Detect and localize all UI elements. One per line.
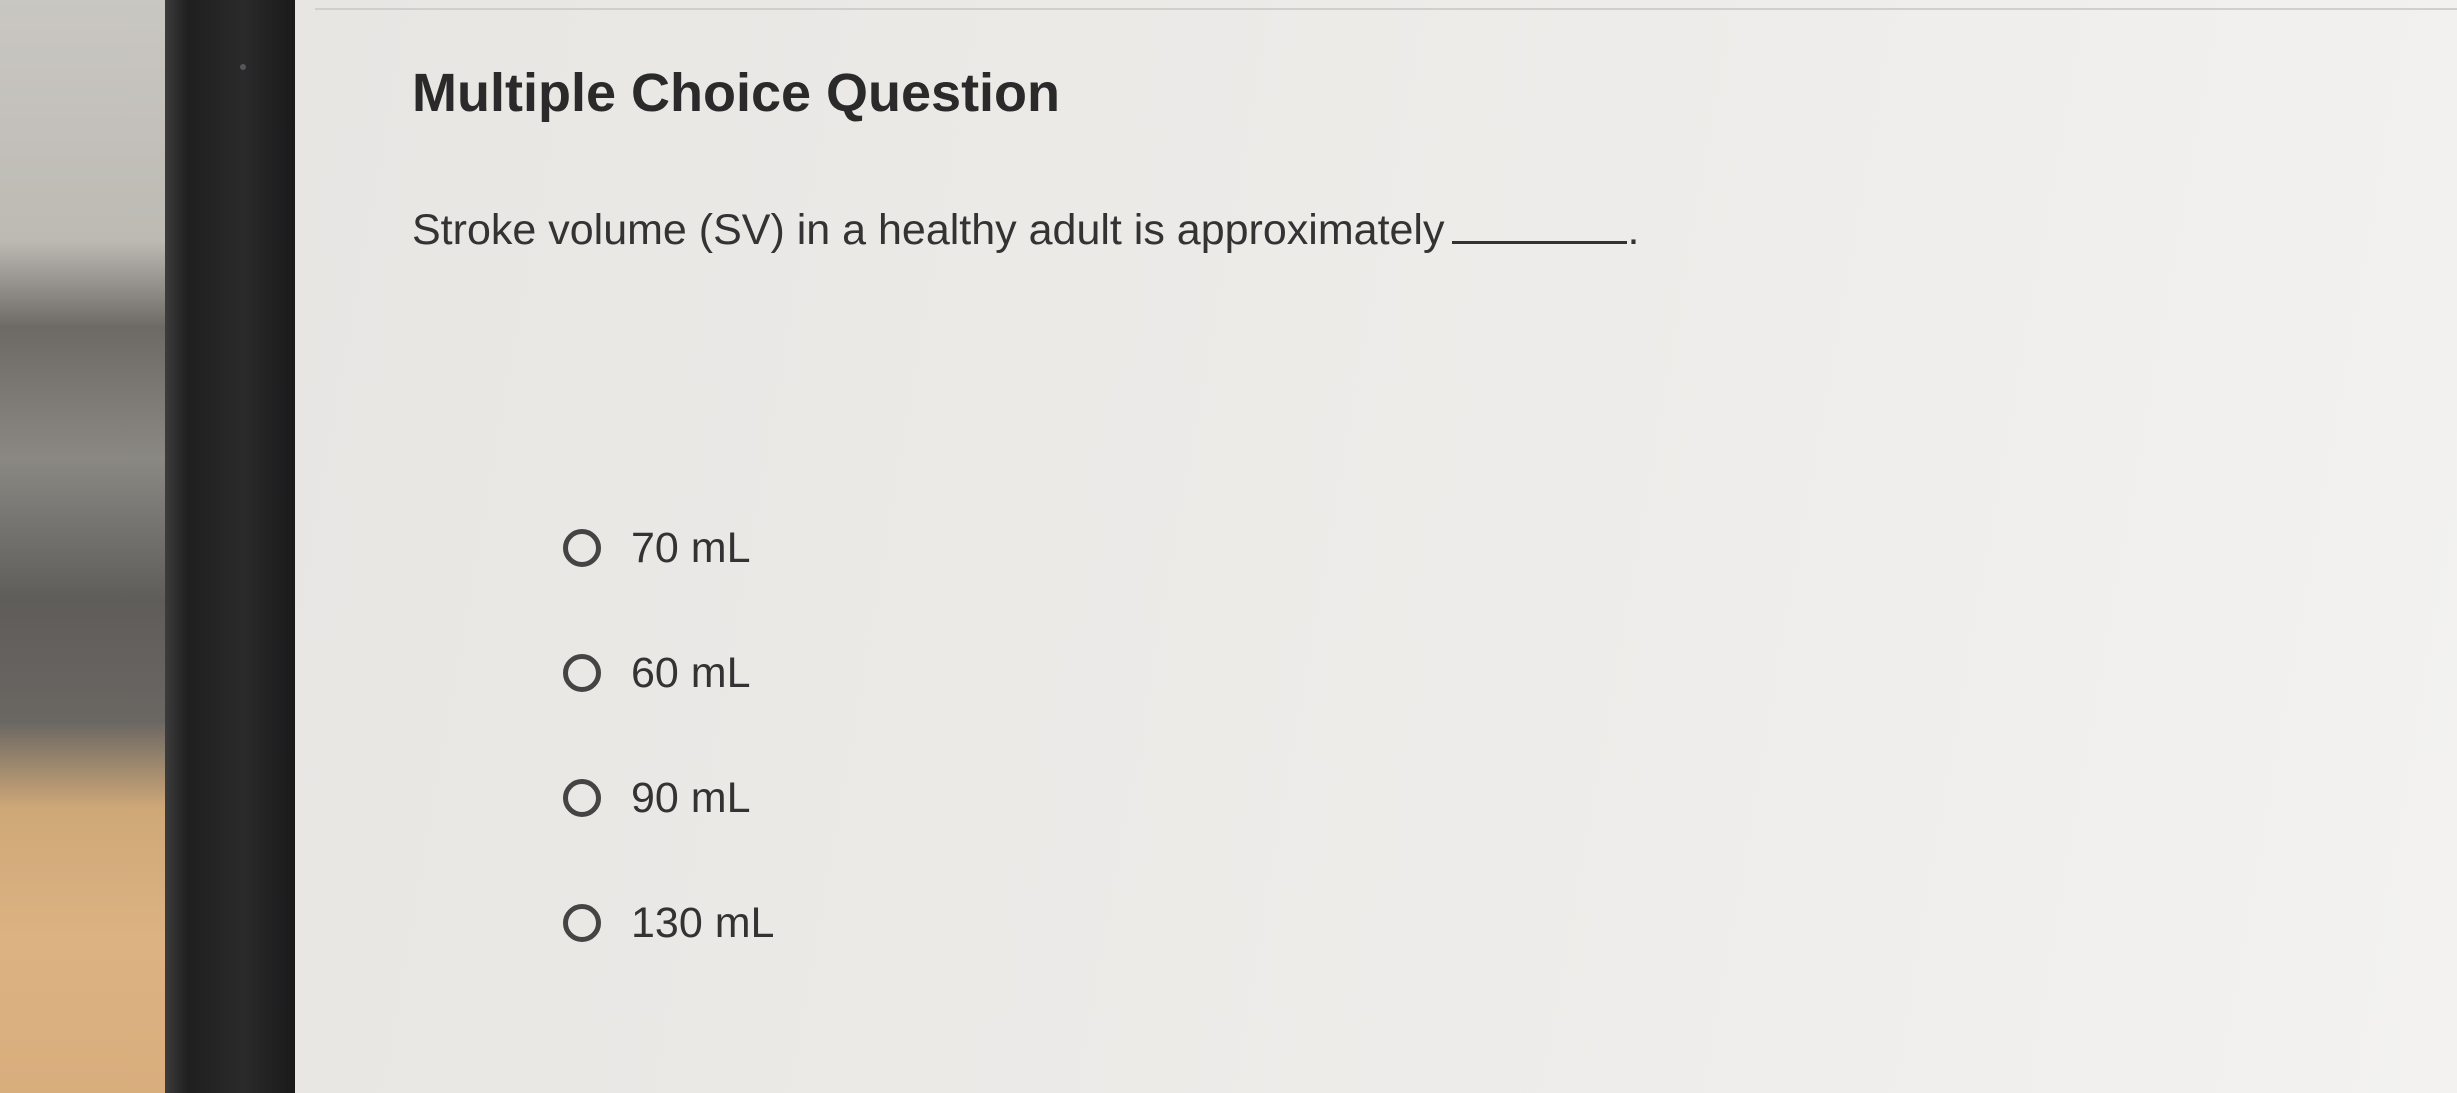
option-label: 130 mL	[631, 898, 775, 947]
background-surroundings	[0, 0, 170, 1093]
question-title: Multiple Choice Question	[412, 63, 1061, 123]
question-prompt: Stroke volume (SV) in a healthy adult is…	[412, 206, 1445, 254]
option-label: 70 mL	[631, 523, 751, 572]
answer-options: 70 mL 60 mL 90 mL 130 mL	[563, 520, 774, 1020]
radio-button[interactable]	[563, 779, 601, 817]
question-end-punctuation: .	[1627, 206, 1640, 254]
monitor-bezel	[165, 0, 295, 1093]
photo-scene: Multiple Choice Question Stroke volume (…	[0, 0, 2457, 1093]
radio-button[interactable]	[563, 654, 601, 692]
option-70-ml[interactable]: 70 mL	[563, 520, 774, 576]
answer-blank	[1452, 211, 1628, 244]
option-60-ml[interactable]: 60 mL	[563, 645, 774, 701]
top-divider	[315, 8, 2457, 10]
question-screen: Multiple Choice Question Stroke volume (…	[295, 0, 2457, 1093]
option-label: 90 mL	[631, 773, 751, 822]
bezel-sensor	[240, 64, 246, 70]
option-90-ml[interactable]: 90 mL	[563, 770, 774, 826]
option-label: 60 mL	[631, 648, 751, 697]
question-prompt-row: Stroke volume (SV) in a healthy adult is…	[412, 206, 1639, 255]
option-130-ml[interactable]: 130 mL	[563, 895, 774, 951]
radio-button[interactable]	[563, 529, 601, 567]
radio-button[interactable]	[563, 904, 601, 942]
